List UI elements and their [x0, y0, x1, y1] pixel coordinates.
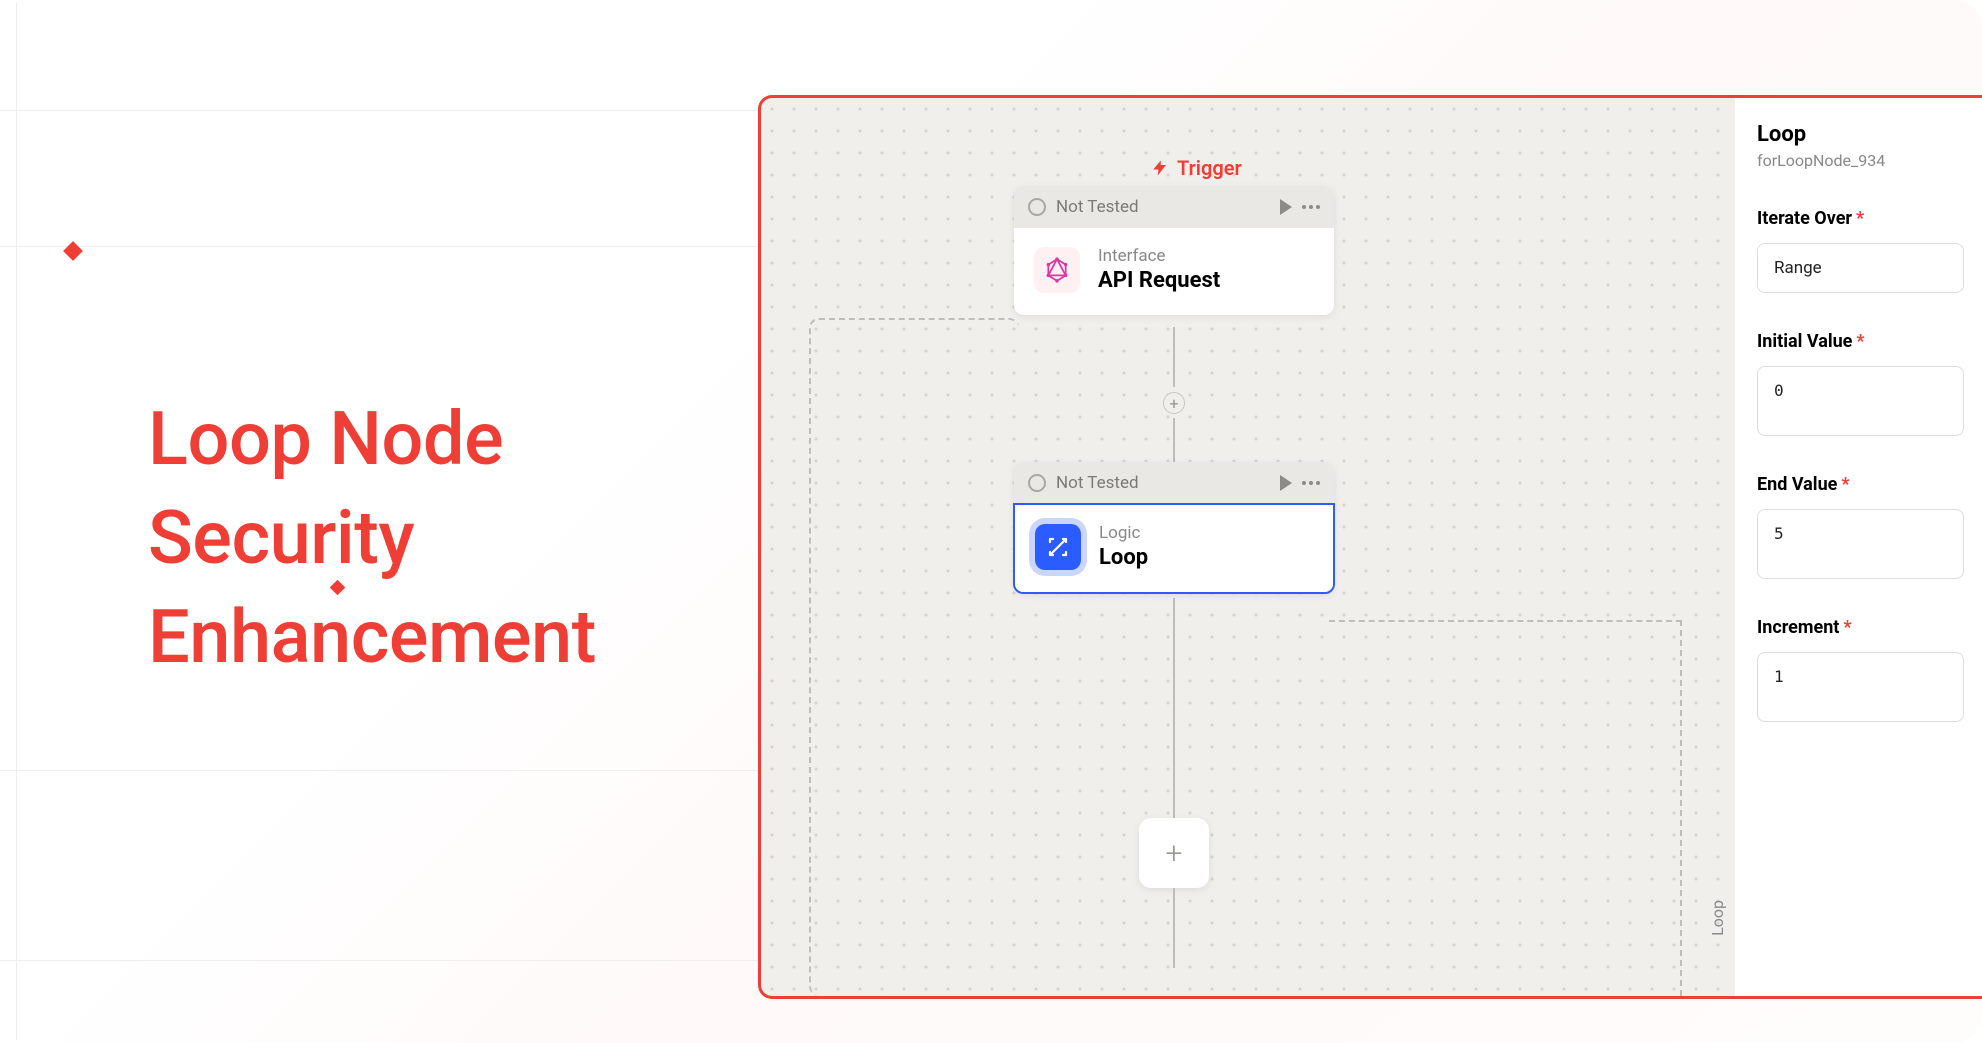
graphql-icon — [1034, 247, 1080, 293]
trigger-label: Trigger — [1151, 156, 1242, 180]
flow-connector — [1173, 418, 1175, 462]
props-node-id: forLoopNode_934 — [1757, 151, 1964, 170]
play-icon[interactable] — [1280, 199, 1292, 215]
status-circle-icon — [1028, 198, 1046, 216]
flow-canvas[interactable]: Trigger + + Not Tested — [758, 95, 1982, 999]
status-circle-icon — [1028, 474, 1046, 492]
field-label-initial-value: Initial Value* — [1757, 331, 1964, 352]
node-category: Interface — [1098, 246, 1220, 266]
page-title: Loop Node Security Enhancement — [148, 390, 596, 687]
flow-node-loop[interactable]: Not Tested Logic Loop — [1014, 462, 1334, 593]
play-icon[interactable] — [1280, 475, 1292, 491]
more-icon[interactable] — [1302, 481, 1320, 485]
trigger-text: Trigger — [1177, 156, 1242, 180]
loop-boundary — [809, 318, 1019, 996]
end-value-input[interactable]: 5 — [1757, 509, 1964, 579]
node-header: Not Tested — [1014, 186, 1334, 228]
flow-connector — [1173, 598, 1175, 818]
loop-icon — [1035, 524, 1081, 570]
initial-value-input[interactable]: 0 — [1757, 366, 1964, 436]
add-node-button[interactable]: + — [1139, 818, 1209, 888]
add-node-inline-button[interactable]: + — [1163, 392, 1185, 414]
field-label-end-value: End Value* — [1757, 474, 1964, 495]
loop-boundary — [1680, 620, 1682, 996]
flow-connector — [1173, 327, 1175, 387]
iterate-over-select[interactable]: Range — [1757, 243, 1964, 293]
node-title: API Request — [1098, 268, 1220, 293]
loop-region-label: Loop — [1708, 900, 1727, 936]
node-title: Loop — [1099, 545, 1148, 570]
properties-panel: Loop forLoopNode_934 Iterate Over* Range… — [1735, 98, 1982, 996]
loop-boundary — [1329, 620, 1682, 622]
node-header: Not Tested — [1014, 462, 1334, 504]
diamond-decoration — [63, 241, 83, 261]
field-label-increment: Increment* — [1757, 617, 1964, 638]
increment-input[interactable]: 1 — [1757, 652, 1964, 722]
bolt-icon — [1151, 159, 1169, 177]
flow-node-api-request[interactable]: Not Tested Interface API Request — [1014, 186, 1334, 315]
more-icon[interactable] — [1302, 205, 1320, 209]
node-status: Not Tested — [1056, 473, 1139, 493]
flow-connector — [1173, 888, 1175, 968]
field-label-iterate-over: Iterate Over* — [1757, 208, 1964, 229]
node-category: Logic — [1099, 523, 1148, 543]
props-title: Loop — [1757, 122, 1964, 147]
node-status: Not Tested — [1056, 197, 1139, 217]
